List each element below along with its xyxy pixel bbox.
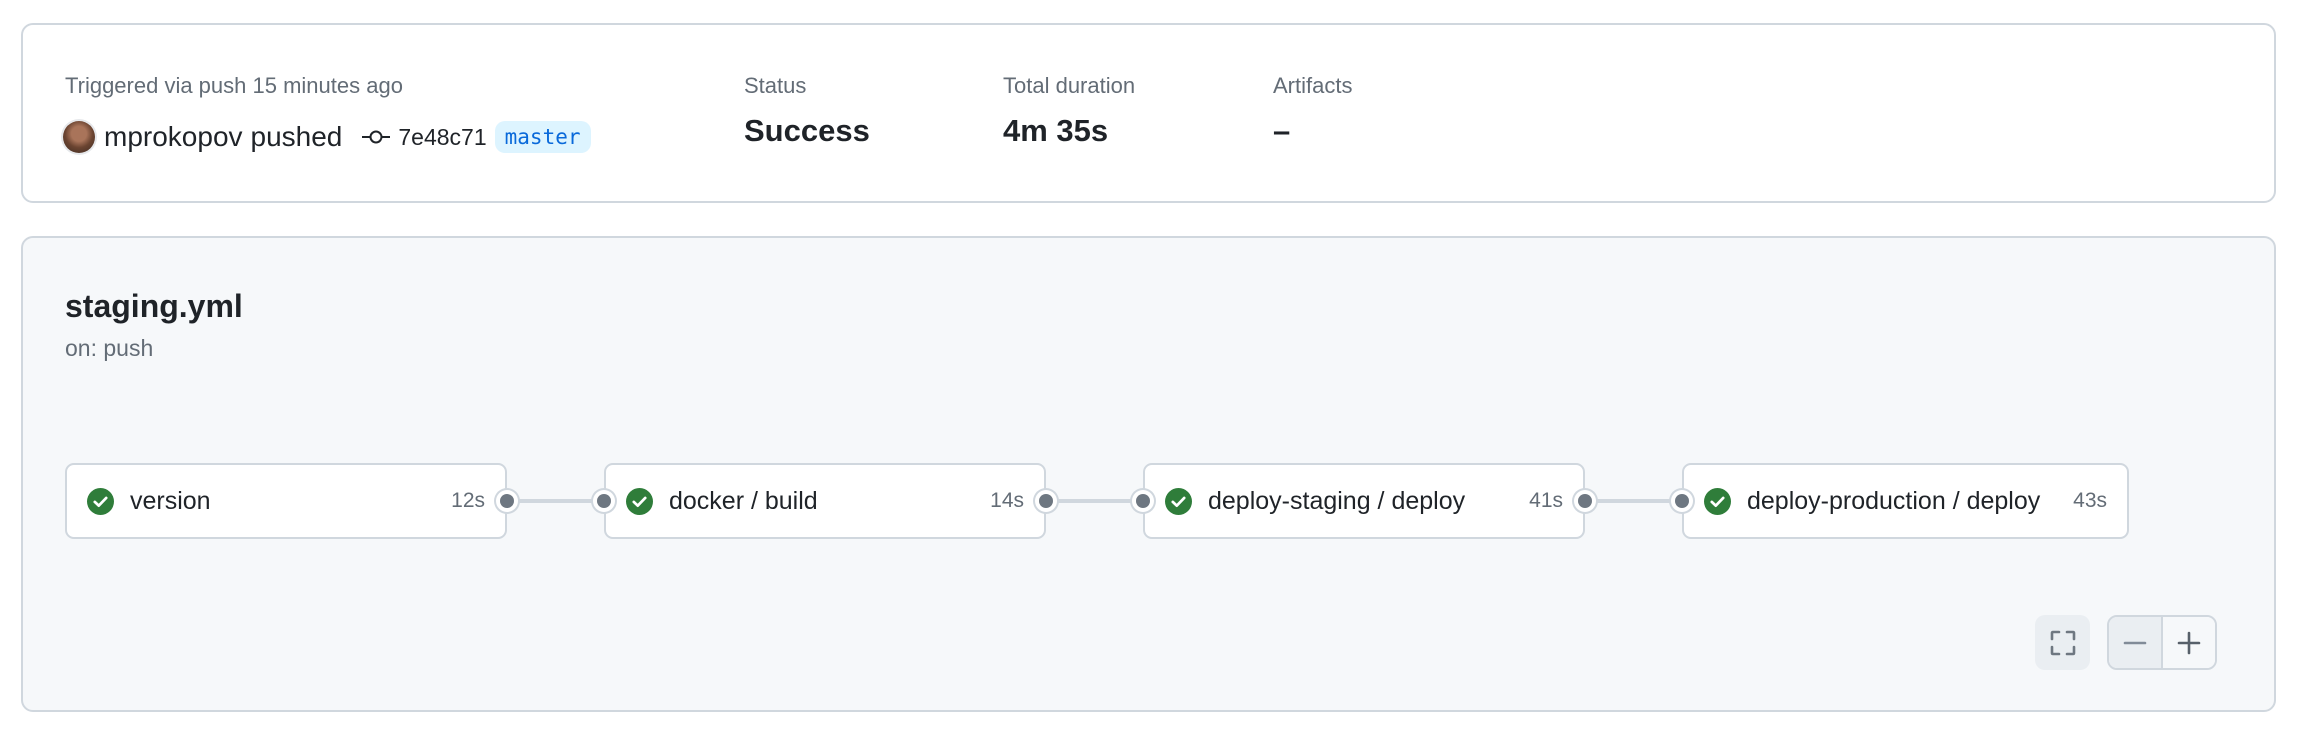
job-input-port [1136,494,1150,508]
job-duration: 14s [990,489,1024,512]
job-connector [507,499,604,503]
actor-name-link[interactable]: mprokopov [104,121,243,153]
job-output-port [1578,494,1592,508]
job-node-deploy-production[interactable]: deploy-production / deploy 43s [1682,463,2129,539]
workflow-trigger: on: push [65,335,154,361]
job-output-port [500,494,514,508]
status-label: Status [744,73,807,98]
artifacts-label: Artifacts [1273,73,1353,98]
status-value: Success [744,113,870,148]
plus-icon [2177,631,2201,654]
fullscreen-button[interactable] [2035,615,2090,670]
actor-row: mprokopov pushed 7e48c71 master [63,118,591,156]
job-name: deploy-production / deploy [1747,486,2041,515]
check-circle-fill-icon [87,487,114,515]
job-input-port [597,494,611,508]
dash-icon [2123,641,2147,644]
zoom-in-button[interactable] [2163,617,2215,668]
job-node-deploy-staging[interactable]: deploy-staging / deploy 41s [1143,463,1585,539]
job-duration: 12s [451,489,485,512]
job-name: version [130,486,211,515]
job-connector [1046,499,1143,503]
job-output-port [1039,494,1053,508]
duration-value: 4m 35s [1003,113,1109,148]
check-circle-fill-icon [626,487,653,515]
job-node-version[interactable]: version 12s [65,463,507,539]
job-name: deploy-staging / deploy [1208,486,1466,515]
screen-full-icon [2050,630,2075,655]
duration-column: Total duration 4m 35s [1003,72,1135,150]
user-avatar[interactable] [63,121,95,153]
check-circle-fill-icon [1165,487,1192,515]
check-circle-fill-icon [1704,487,1731,515]
workflow-name: staging.yml [65,288,243,324]
zoom-out-button[interactable] [2109,617,2163,668]
job-connector [1585,499,1682,503]
branch-badge[interactable]: master [494,121,591,153]
job-name: docker / build [669,486,818,515]
artifacts-column: Artifacts – [1273,72,1352,150]
commit-hash-link[interactable]: 7e48c71 [398,124,486,151]
trigger-text: Triggered via push 15 minutes ago [65,73,403,98]
job-duration: 41s [1529,489,1563,512]
git-commit-icon [362,130,391,144]
artifacts-value: – [1273,113,1291,148]
job-input-port [1675,494,1689,508]
job-node-docker-build[interactable]: docker / build 14s [604,463,1046,539]
status-column: Status Success [744,72,870,150]
actor-action: pushed [250,121,343,152]
job-duration: 43s [2073,489,2107,512]
run-summary-card: Triggered via push 15 minutes ago mproko… [21,23,2276,203]
duration-label: Total duration [1003,73,1136,98]
zoom-controls [2107,615,2217,670]
workflow-graph-card: staging.yml on: push version 12s docker … [21,236,2276,712]
